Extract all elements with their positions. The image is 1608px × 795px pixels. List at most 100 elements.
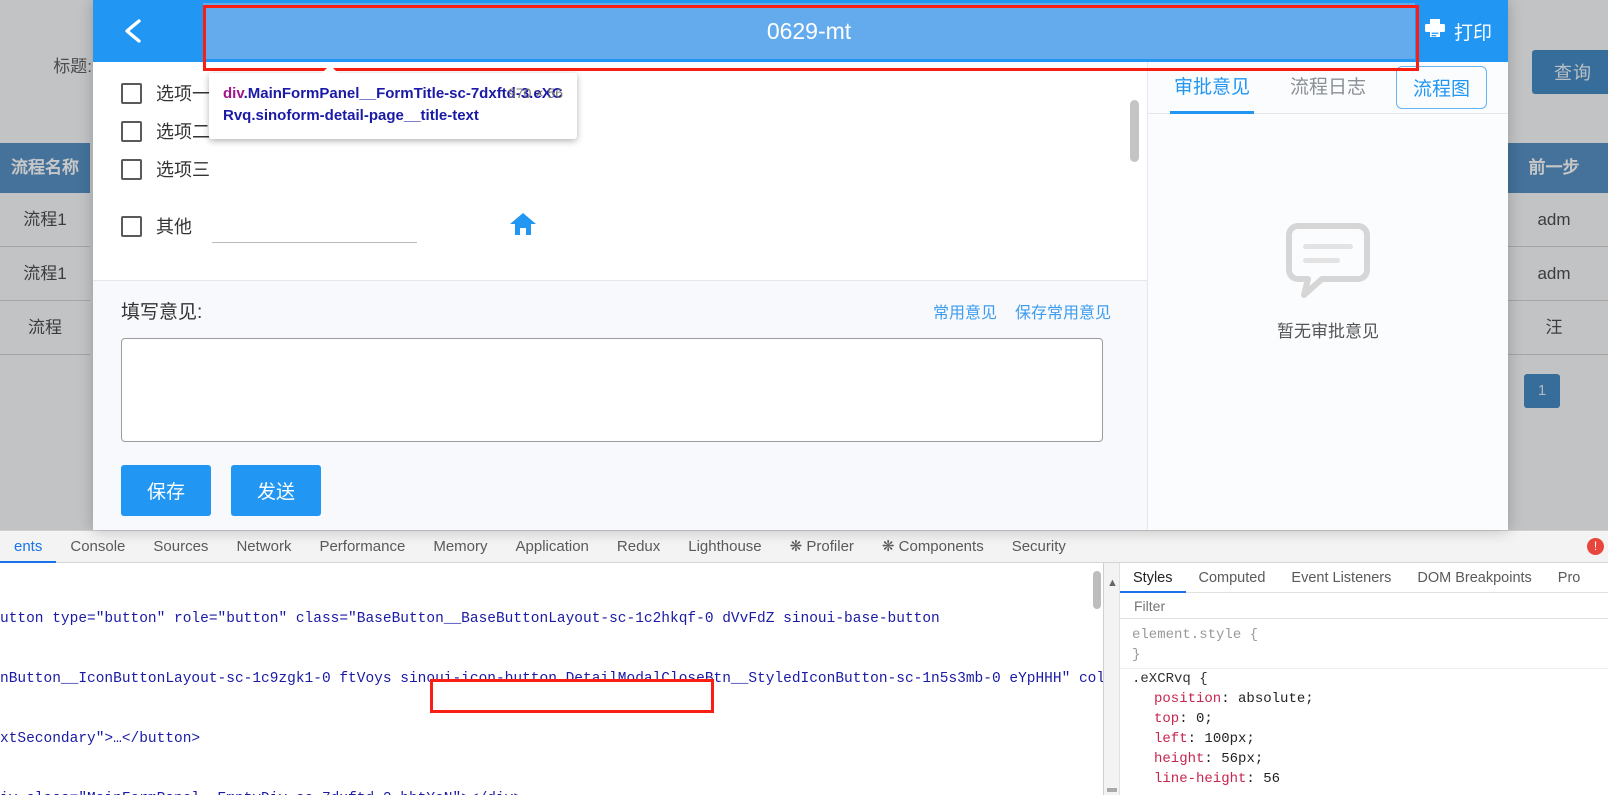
- comment-header: 填写意见: 常用意见 保存常用意见: [121, 297, 1111, 324]
- checkbox-input[interactable]: [121, 82, 142, 104]
- checkbox-option-other[interactable]: 其他: [93, 200, 1147, 252]
- dom-line[interactable]: xtSecondary">…</button>: [0, 729, 1103, 749]
- checkbox-label: 选项一: [156, 84, 210, 104]
- css-property: line-height: [1154, 771, 1247, 787]
- resize-grip-icon[interactable]: [1107, 788, 1117, 792]
- back-button[interactable]: [103, 0, 163, 62]
- comment-textarea[interactable]: [121, 338, 1103, 442]
- styles-splitter[interactable]: ▲: [1104, 563, 1120, 795]
- devtools-tab-sources[interactable]: Sources: [139, 531, 222, 563]
- dom-scrollbar-thumb[interactable]: [1093, 571, 1101, 609]
- other-text-input[interactable]: [212, 209, 417, 243]
- tab-process-diagram[interactable]: 流程图: [1396, 66, 1488, 109]
- css-property: position: [1154, 691, 1222, 707]
- comment-panel: 填写意见: 常用意见 保存常用意见 保存 发送: [93, 280, 1147, 530]
- checkbox-label: 选项三: [156, 160, 210, 180]
- home-icon[interactable]: [509, 211, 537, 242]
- styles-tabbar: Styles Computed Event Listeners DOM Brea…: [1120, 563, 1608, 593]
- checkbox-label: 选项二: [156, 122, 210, 142]
- css-property: height: [1154, 751, 1205, 767]
- dom-tree-pane[interactable]: utton type="button" role="button" class=…: [0, 563, 1103, 795]
- side-tabs: 审批意见 流程日志 流程图: [1148, 62, 1508, 114]
- save-button[interactable]: 保存: [121, 465, 212, 516]
- styles-filter-input[interactable]: [1132, 596, 1561, 615]
- css-declaration[interactable]: left: 100px;: [1132, 729, 1596, 749]
- devtools-main: utton type="button" role="button" class=…: [0, 563, 1608, 795]
- css-value: 0;: [1196, 711, 1213, 727]
- inspector-tooltip-tag: div: [223, 85, 244, 102]
- devtools-tab-security[interactable]: Security: [998, 531, 1080, 563]
- css-value: absolute;: [1238, 691, 1314, 707]
- element-style-rule[interactable]: element.style { }: [1120, 625, 1608, 669]
- styles-pane: ▲ Styles Computed Event Listeners DOM Br…: [1103, 563, 1608, 795]
- devtools-tab-elements[interactable]: ents: [0, 531, 57, 563]
- css-property: top: [1154, 711, 1180, 727]
- common-comments-link[interactable]: 常用意见: [933, 299, 997, 323]
- error-badge-icon[interactable]: !: [1587, 538, 1604, 555]
- checkbox-input[interactable]: [121, 215, 142, 237]
- devtools-tab-application[interactable]: Application: [502, 531, 603, 563]
- devtools-panel: ents Console Sources Network Performance…: [0, 530, 1608, 795]
- checkbox-input[interactable]: [121, 158, 142, 180]
- dom-line-text: iv class="MainFormPanel__EmptyDiv-sc-7dx…: [0, 791, 522, 795]
- styles-rules: element.style { } .eXCRvq { position: ab…: [1120, 619, 1608, 789]
- tab-process-log[interactable]: 流程日志: [1272, 62, 1384, 114]
- checkbox-label: 其他: [156, 217, 192, 237]
- styles-tab-computed[interactable]: Computed: [1186, 563, 1279, 593]
- checkbox-input[interactable]: [121, 120, 142, 142]
- element-style-open: element.style {: [1132, 627, 1259, 643]
- css-rule-excrvq[interactable]: .eXCRvq { position: absolute; top: 0; le…: [1120, 669, 1608, 789]
- devtools-tabbar: ents Console Sources Network Performance…: [0, 531, 1608, 563]
- printer-icon: [1424, 18, 1446, 44]
- devtools-tab-lighthouse[interactable]: Lighthouse: [674, 531, 775, 563]
- send-button[interactable]: 发送: [231, 465, 322, 516]
- css-declaration[interactable]: line-height: 56: [1132, 769, 1596, 789]
- styles-filter-row: [1120, 593, 1608, 619]
- chevron-left-icon: [120, 16, 146, 46]
- css-declaration[interactable]: position: absolute;: [1132, 689, 1596, 709]
- side-panel: 审批意见 流程日志 流程图 暂无审批意见: [1148, 62, 1508, 530]
- devtools-tab-profiler[interactable]: ❋ Profiler: [776, 531, 868, 563]
- element-style-close: }: [1132, 647, 1141, 663]
- print-button[interactable]: 打印: [1424, 0, 1492, 62]
- modal-header: 0629-mt 打印: [93, 0, 1508, 62]
- collapse-arrow-icon[interactable]: ▲: [1107, 577, 1118, 589]
- devtools-tab-components[interactable]: ❋ Components: [868, 531, 998, 563]
- devtools-tab-console[interactable]: Console: [56, 531, 139, 563]
- inspector-tooltip-dimensions: 970 × 56: [508, 85, 563, 101]
- checkbox-option-3[interactable]: 选项三: [93, 150, 1147, 188]
- dom-line-text: nButton__IconButtonLayout-sc-1c9zgk1-0 f…: [0, 671, 1103, 687]
- devtools-tab-redux[interactable]: Redux: [603, 531, 674, 563]
- dom-line-text: xtSecondary">…</button>: [0, 731, 201, 747]
- inspector-tooltip: 970 × 56 div.MainFormPanel__FormTitle-sc…: [209, 65, 577, 139]
- css-value: 56: [1263, 771, 1281, 787]
- tab-approval-comments[interactable]: 审批意见: [1156, 62, 1268, 114]
- devtools-tab-performance[interactable]: Performance: [305, 531, 419, 563]
- modal-title-text: 0629-mt: [203, 3, 1415, 59]
- devtools-tab-memory[interactable]: Memory: [419, 531, 501, 563]
- empty-state-text: 暂无审批意见: [1277, 322, 1379, 341]
- comment-title: 填写意见:: [121, 302, 203, 323]
- styles-tab-styles[interactable]: Styles: [1120, 563, 1186, 593]
- css-value: 56px;: [1221, 751, 1264, 767]
- styles-tab-properties[interactable]: Pro: [1545, 563, 1594, 593]
- comment-buttons: 保存 发送: [121, 465, 1111, 516]
- css-property: left: [1154, 731, 1188, 747]
- dom-line[interactable]: utton type="button" role="button" class=…: [0, 609, 1103, 629]
- save-common-comment-link[interactable]: 保存常用意见: [1015, 299, 1111, 323]
- css-declaration[interactable]: height: 56px;: [1132, 749, 1596, 769]
- comment-links: 常用意见 保存常用意见: [933, 299, 1111, 323]
- print-label: 打印: [1453, 22, 1492, 44]
- styles-tab-event-listeners[interactable]: Event Listeners: [1278, 563, 1404, 593]
- comment-bubble-icon: [1286, 222, 1370, 303]
- css-declaration[interactable]: top: 0;: [1132, 709, 1596, 729]
- dom-line[interactable]: nButton__IconButtonLayout-sc-1c9zgk1-0 f…: [0, 669, 1103, 689]
- css-selector: .eXCRvq {: [1132, 671, 1208, 687]
- devtools-tab-network[interactable]: Network: [222, 531, 305, 563]
- css-value: 100px;: [1204, 731, 1255, 747]
- dom-line[interactable]: iv class="MainFormPanel__EmptyDiv-sc-7dx…: [0, 789, 1103, 795]
- styles-tab-dom-breakpoints[interactable]: DOM Breakpoints: [1404, 563, 1544, 593]
- dom-line-text: utton type="button" role="button" class=…: [0, 611, 940, 627]
- empty-state: 暂无审批意见: [1148, 222, 1508, 342]
- form-scrollbar-thumb[interactable]: [1130, 100, 1139, 162]
